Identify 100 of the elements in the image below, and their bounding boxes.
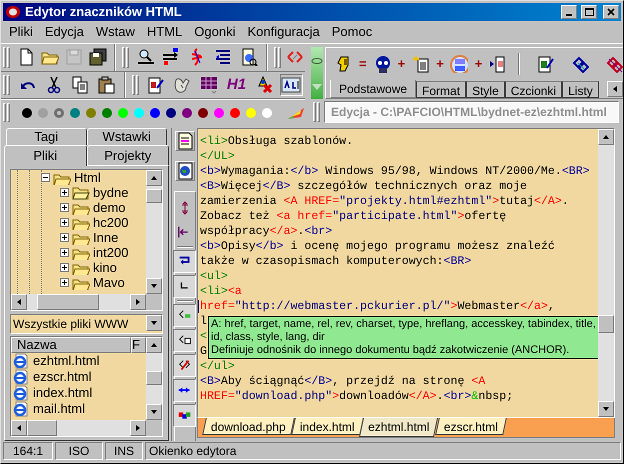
menu-item[interactable]: Pomoc <box>326 22 378 42</box>
tag-open-button[interactable] <box>173 304 196 327</box>
menu-item[interactable]: Ogonki <box>188 22 242 42</box>
scroll-left-button[interactable] <box>11 294 27 310</box>
collapse-icon[interactable] <box>41 173 50 182</box>
double-arrow-button[interactable] <box>173 379 196 402</box>
document-tab[interactable]: download.php <box>202 418 295 435</box>
expand-icon[interactable] <box>60 218 69 227</box>
line-break-button[interactable] <box>173 275 196 298</box>
color-swatch[interactable] <box>70 108 80 118</box>
color-swatch[interactable] <box>182 108 192 118</box>
color-swatch[interactable] <box>230 108 240 118</box>
expand-icon[interactable] <box>60 263 69 272</box>
clipboard-icon <box>97 76 116 94</box>
scroll-thumb[interactable] <box>146 371 162 385</box>
status-field: INS <box>105 442 143 460</box>
column-header[interactable]: F <box>131 337 146 353</box>
menu-item[interactable]: Edycja <box>38 22 90 42</box>
color-swatch[interactable] <box>246 108 256 118</box>
color-swatch[interactable] <box>134 108 144 118</box>
wrap-arrow-button[interactable] <box>173 250 196 273</box>
undo-arrow-icon <box>20 80 35 90</box>
color-swatch[interactable] <box>214 108 224 118</box>
code-line: </UL> <box>200 149 235 164</box>
color-blocks-button[interactable] <box>173 404 196 427</box>
scrollbar[interactable] <box>11 294 146 310</box>
heading-button[interactable]: H1 <box>224 73 250 96</box>
expand-icon[interactable] <box>60 203 69 212</box>
scroll-left-button[interactable] <box>606 81 623 97</box>
color-swatch[interactable] <box>118 108 128 118</box>
scroll-thumb[interactable] <box>146 189 162 203</box>
up-arrow-icon <box>150 341 158 349</box>
scrollbar[interactable] <box>598 129 614 417</box>
sparkle-page-icon <box>412 55 430 73</box>
tab[interactable]: Czcionki <box>504 81 562 98</box>
expand-icon[interactable] <box>60 278 69 287</box>
document-tab[interactable]: index.html <box>290 418 364 435</box>
document-tab[interactable]: ezhtml.html <box>359 418 439 437</box>
meta-badge-button[interactable] <box>448 52 471 76</box>
toolbar-handle[interactable] <box>311 47 323 99</box>
color-swatch[interactable] <box>54 108 64 118</box>
minimize-button[interactable] <box>561 5 577 19</box>
color-swatch[interactable] <box>198 108 208 118</box>
scroll-thumb[interactable] <box>598 315 614 333</box>
scroll-thumb[interactable] <box>37 294 99 310</box>
column-header[interactable]: Nazwa <box>11 337 131 353</box>
left-arrow-icon <box>15 298 23 306</box>
app-logo-icon <box>5 4 21 20</box>
scroll-down-button[interactable] <box>598 401 614 417</box>
up-arrow-icon <box>150 174 158 182</box>
dropdown-button[interactable] <box>146 315 162 331</box>
scroll-thumb[interactable] <box>27 420 57 436</box>
scroll-right-button[interactable] <box>130 420 146 436</box>
color-swatch[interactable] <box>22 108 32 118</box>
expand-icon[interactable] <box>60 233 69 242</box>
text-field-button[interactable] <box>280 74 304 96</box>
tab[interactable]: Format <box>416 81 466 98</box>
tab[interactable]: Style <box>466 81 505 98</box>
globe-page-button[interactable] <box>174 161 194 181</box>
scroll-up-button[interactable] <box>146 170 162 186</box>
scrollbar[interactable] <box>146 170 162 294</box>
scroll-up-button[interactable] <box>146 337 162 353</box>
tab[interactable]: Tagi <box>6 128 86 145</box>
color-swatch[interactable] <box>166 108 176 118</box>
scroll-down-button[interactable] <box>146 278 162 294</box>
scroll-up-button[interactable] <box>598 129 614 145</box>
document-button[interactable] <box>174 131 194 151</box>
scroll-left-button[interactable] <box>11 420 27 436</box>
scroll-down-button[interactable] <box>146 404 162 420</box>
scrollbar[interactable] <box>11 420 146 436</box>
color-swatch[interactable] <box>150 108 160 118</box>
scrollbar[interactable] <box>146 337 162 420</box>
expand-icon[interactable] <box>60 188 69 197</box>
tag-slash-button[interactable] <box>173 354 196 377</box>
menu-item[interactable]: HTML <box>140 22 188 42</box>
menu-item[interactable]: Wstaw <box>90 22 141 42</box>
scroll-right-button[interactable] <box>130 294 146 310</box>
color-swatch[interactable] <box>102 108 112 118</box>
menu-item[interactable]: Pliki <box>3 22 39 42</box>
color-swatch[interactable] <box>38 108 48 118</box>
skull-icon <box>373 55 392 73</box>
document-tab[interactable]: ezscr.html <box>435 418 507 435</box>
menu-item[interactable]: Konfiguracja <box>241 22 326 42</box>
tab[interactable]: Listy <box>562 81 599 98</box>
tag-box-button[interactable] <box>173 329 196 352</box>
tab[interactable]: Pliki <box>4 145 86 166</box>
code-line: współpracy</a>.<br> <box>200 224 332 239</box>
color-swatch[interactable] <box>86 108 96 118</box>
filter-dropdown[interactable]: Wszystkie pliki WWW <box>10 314 163 334</box>
expand-icon[interactable] <box>60 248 69 257</box>
tab[interactable]: Podstawowe <box>330 80 416 98</box>
maximize-button[interactable] <box>581 5 597 19</box>
left-arrow-icon <box>15 424 23 432</box>
code-editor[interactable] <box>198 129 598 417</box>
tab[interactable]: Projekty <box>86 145 169 165</box>
code-line: <b>Wymagania:</b> Windows 95/98, Windows NT/2000/Me.<BR> <box>200 164 590 179</box>
color-swatch[interactable] <box>262 108 272 118</box>
status-field: Okienko edytora <box>145 442 621 460</box>
tab[interactable]: Wstawki <box>86 128 167 145</box>
close-button[interactable] <box>603 5 619 19</box>
